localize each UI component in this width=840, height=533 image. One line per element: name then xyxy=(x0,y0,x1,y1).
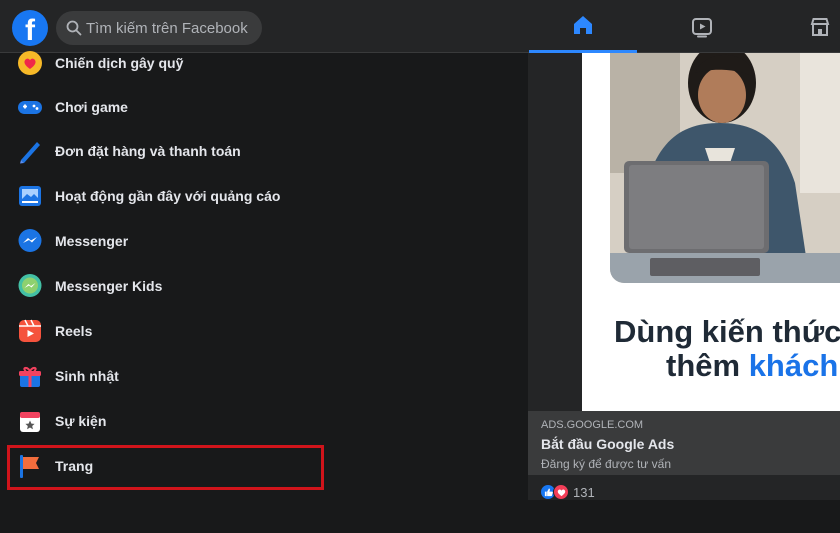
sidebar-item-label: Reels xyxy=(55,323,93,339)
sidebar-item-gaming[interactable]: Chơi game xyxy=(8,85,320,129)
messenger-kids-icon xyxy=(16,272,44,300)
tab-home[interactable] xyxy=(529,0,637,53)
ad-headline-plain: thêm xyxy=(666,348,749,383)
ad-headline-line2: thêm khách xyxy=(666,349,838,383)
news-feed: Dùng kiến thức c thêm khách ADS.GOOGLE.C… xyxy=(528,53,840,500)
sidebar-item-orders-payments[interactable]: Đơn đặt hàng và thanh toán xyxy=(8,129,320,173)
sidebar-item-messenger[interactable]: Messenger xyxy=(8,219,320,263)
sidebar-item-label: Đơn đặt hàng và thanh toán xyxy=(55,143,241,159)
ad-headline-accent: khách xyxy=(748,348,839,383)
ad-domain: ADS.GOOGLE.COM xyxy=(541,419,644,431)
ad-subtitle: Đăng ký để được tư vấn xyxy=(541,457,671,471)
ad-image[interactable]: Dùng kiến thức c thêm khách xyxy=(582,53,840,411)
ad-title: Bắt đầu Google Ads xyxy=(541,436,675,452)
birthday-icon xyxy=(16,362,44,390)
ad-link-info[interactable]: ADS.GOOGLE.COM Bắt đầu Google Ads Đăng k… xyxy=(528,411,840,475)
marketplace-icon xyxy=(810,17,830,36)
ad-headline-line1: Dùng kiến thức c xyxy=(614,314,840,349)
highlight-box xyxy=(7,445,324,490)
left-sidebar: Chiến dịch gây quỹ Chơi game Đơn đặt hàn… xyxy=(0,51,528,500)
ad-activity-icon xyxy=(16,182,44,210)
sidebar-item-label: Hoạt động gần đây với quảng cáo xyxy=(55,188,281,204)
sidebar-item-reels[interactable]: Reels xyxy=(8,309,320,353)
events-icon xyxy=(16,407,44,435)
sidebar-item-label: Chiến dịch gây quỹ xyxy=(55,55,184,71)
love-reaction-icon xyxy=(553,484,569,500)
sidebar-item-next[interactable] xyxy=(8,489,320,533)
orders-payments-icon xyxy=(16,137,44,165)
sidebar-item-label: Sinh nhật xyxy=(55,368,119,384)
sidebar-item-label: Chơi game xyxy=(55,99,128,115)
search-input[interactable] xyxy=(86,11,256,45)
fundraiser-icon xyxy=(16,49,44,77)
ad-photo xyxy=(610,53,840,283)
sidebar-item-label: Messenger xyxy=(55,233,129,249)
sidebar-item-fundraisers[interactable]: Chiến dịch gây quỹ xyxy=(8,41,320,85)
video-icon xyxy=(692,17,712,37)
search-box[interactable] xyxy=(56,11,262,45)
tab-marketplace[interactable] xyxy=(766,0,840,53)
sidebar-item-label: Messenger Kids xyxy=(55,278,163,294)
sidebar-item-label: Sự kiện xyxy=(55,413,107,429)
sidebar-item-events[interactable]: Sự kiện xyxy=(8,399,320,443)
tab-watch[interactable] xyxy=(648,0,756,53)
reels-icon xyxy=(16,317,44,345)
gaming-icon xyxy=(16,93,44,121)
sidebar-item-ad-activity[interactable]: Hoạt động gần đây với quảng cáo xyxy=(8,174,320,218)
messenger-icon xyxy=(16,227,44,255)
home-icon xyxy=(574,16,592,34)
sidebar-item-messenger-kids[interactable]: Messenger Kids xyxy=(8,264,320,308)
search-icon xyxy=(66,20,82,36)
reaction-count: 131 xyxy=(573,484,595,500)
sidebar-item-birthdays[interactable]: Sinh nhật xyxy=(8,354,320,398)
reactions-summary[interactable]: 131 xyxy=(540,484,595,500)
